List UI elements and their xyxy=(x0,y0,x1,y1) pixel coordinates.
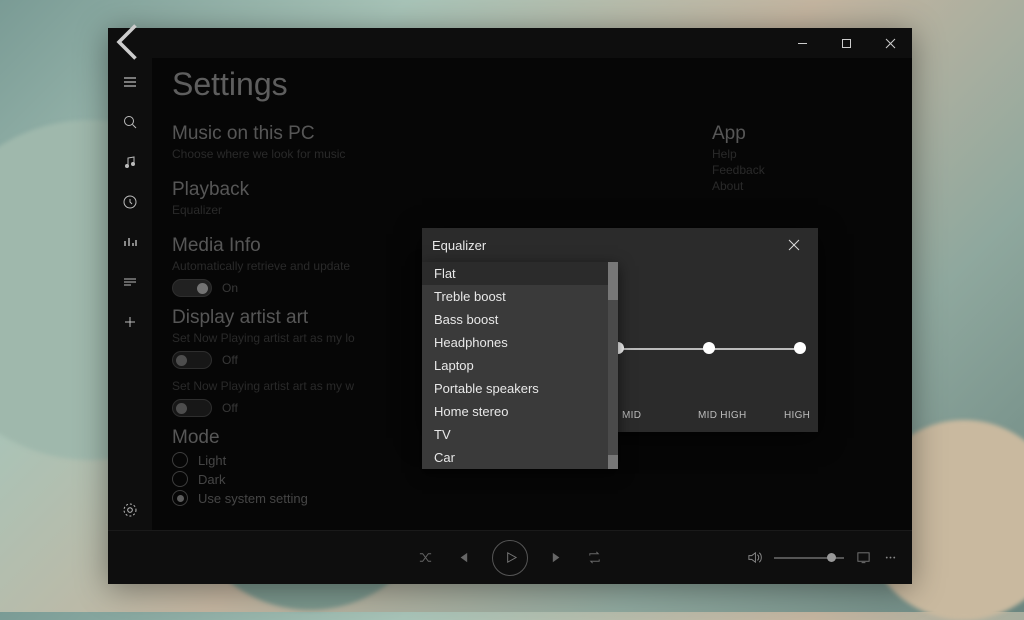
volume-icon xyxy=(747,550,762,565)
preset-option[interactable]: Home stereo xyxy=(422,400,618,423)
preset-option[interactable]: Treble boost xyxy=(422,285,618,308)
cast-button[interactable] xyxy=(856,550,871,565)
sidebar-playlists-button[interactable] xyxy=(108,262,152,302)
bars-icon xyxy=(122,234,138,250)
search-icon xyxy=(122,114,138,130)
dialog-title: Equalizer xyxy=(432,238,486,253)
clock-icon xyxy=(122,194,138,210)
eq-label-midhigh: MID HIGH xyxy=(698,410,747,421)
playback-bar xyxy=(108,530,912,584)
music-note-icon xyxy=(122,154,138,170)
preset-option[interactable]: TV xyxy=(422,423,618,446)
sidebar-search-button[interactable] xyxy=(108,102,152,142)
app-window: Settings Music on this PC Choose where w… xyxy=(108,28,912,584)
cast-icon xyxy=(856,550,871,565)
gear-icon xyxy=(122,502,138,518)
sidebar xyxy=(108,58,152,530)
preset-option[interactable]: Portable speakers xyxy=(422,377,618,400)
sidebar-nowplaying-button[interactable] xyxy=(108,222,152,262)
preset-option[interactable]: Laptop xyxy=(422,354,618,377)
preset-dropdown-list: Flat Treble boost Bass boost Headphones … xyxy=(422,262,618,469)
more-icon xyxy=(883,550,898,565)
titlebar xyxy=(108,28,912,58)
volume-button[interactable] xyxy=(747,550,762,565)
window-maximize-button[interactable] xyxy=(824,28,868,58)
hamburger-icon xyxy=(122,74,138,90)
previous-icon xyxy=(455,550,470,565)
next-icon xyxy=(550,550,565,565)
eq-slider-high[interactable] xyxy=(794,342,806,354)
sidebar-settings-button[interactable] xyxy=(108,490,152,530)
shuffle-icon xyxy=(418,550,433,565)
next-button[interactable] xyxy=(550,550,565,565)
playlist-icon xyxy=(122,274,138,290)
sidebar-music-button[interactable] xyxy=(108,142,152,182)
window-close-button[interactable] xyxy=(868,28,912,58)
play-icon xyxy=(503,550,518,565)
plus-icon xyxy=(122,314,138,330)
preset-option[interactable]: Car xyxy=(422,446,618,469)
preset-option[interactable]: Headphones xyxy=(422,331,618,354)
preset-option[interactable]: Bass boost xyxy=(422,308,618,331)
window-minimize-button[interactable] xyxy=(780,28,824,58)
dropdown-scrollbar[interactable] xyxy=(608,262,618,469)
dialog-close-button[interactable] xyxy=(780,231,808,259)
previous-button[interactable] xyxy=(455,550,470,565)
volume-slider[interactable] xyxy=(774,557,844,559)
eq-slider-midhigh[interactable] xyxy=(703,342,715,354)
close-icon xyxy=(788,239,800,251)
eq-label-mid: MID xyxy=(622,410,641,421)
sidebar-recent-button[interactable] xyxy=(108,182,152,222)
sidebar-menu-button[interactable] xyxy=(108,62,152,102)
back-arrow-icon xyxy=(108,20,152,64)
repeat-button[interactable] xyxy=(587,550,602,565)
shuffle-button[interactable] xyxy=(418,550,433,565)
sidebar-add-button[interactable] xyxy=(108,302,152,342)
repeat-icon xyxy=(587,550,602,565)
eq-label-high: HIGH xyxy=(784,410,810,421)
play-button[interactable] xyxy=(492,540,528,576)
more-button[interactable] xyxy=(883,550,898,565)
preset-option[interactable]: Flat xyxy=(422,262,618,285)
